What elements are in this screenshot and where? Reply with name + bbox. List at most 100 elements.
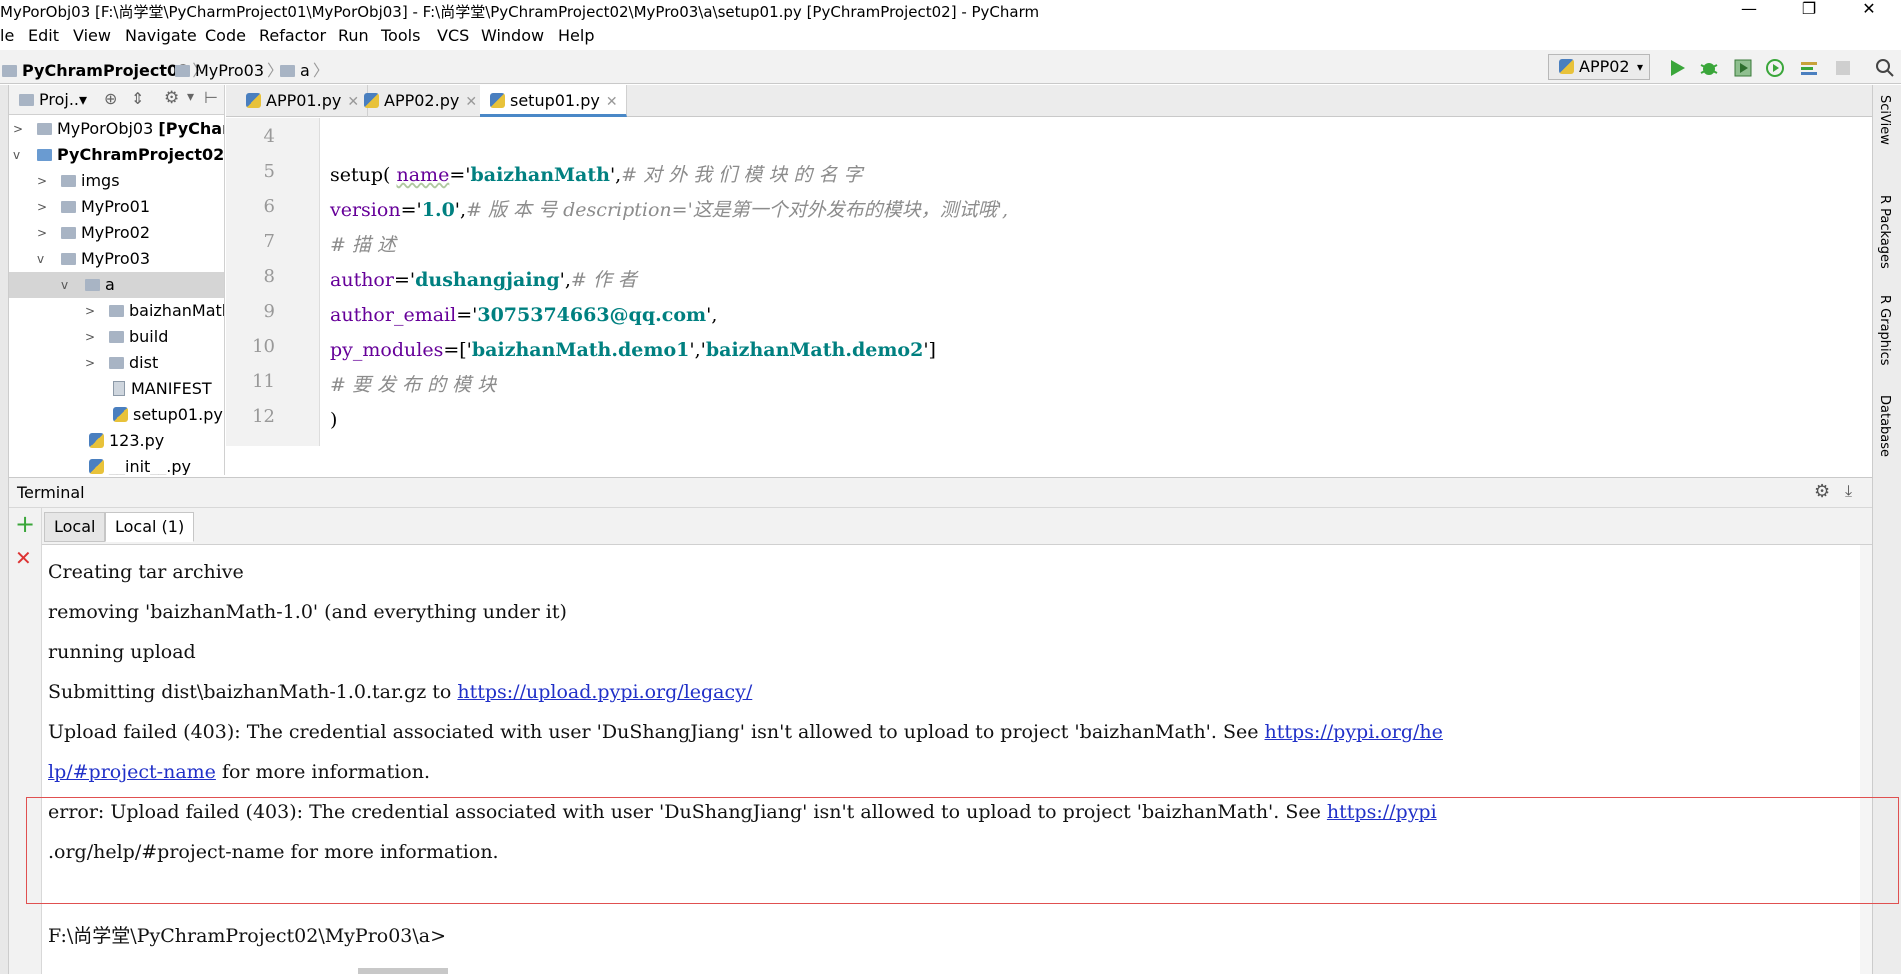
tab-app01[interactable]: APP01.py ✕ (236, 85, 369, 117)
collapse-icon[interactable]: ⇕ (131, 89, 144, 108)
menu-run[interactable]: Run (338, 26, 369, 45)
python-file-icon (364, 93, 379, 108)
folder-icon (175, 65, 190, 77)
tree-item-123[interactable]: 123.py (9, 428, 224, 454)
tree-item-manifest[interactable]: MANIFEST (9, 376, 224, 402)
terminal-line: Creating tar archive (48, 561, 244, 583)
database-tool[interactable]: Database (1877, 395, 1892, 457)
r-graphics-tool[interactable]: R Graphics (1877, 295, 1892, 366)
hide-panel-icon[interactable]: ⊢ (204, 88, 218, 107)
upload-url-link[interactable]: https://upload.pypi.org/legacy/ (457, 681, 752, 703)
code-line-12: ) (330, 409, 338, 431)
folder-icon (109, 357, 124, 369)
tree-item-setup01[interactable]: setup01.py (9, 402, 224, 428)
hide-panel-icon[interactable]: ⤓ (1845, 481, 1852, 501)
tab-app02[interactable]: APP02.py ✕ (354, 85, 487, 117)
tree-item-mypro03[interactable]: v MyPro03 (9, 246, 224, 272)
error-highlight-box (26, 797, 1899, 904)
menu-window[interactable]: Window (481, 26, 544, 45)
gear-icon[interactable]: ⚙ (1814, 481, 1830, 502)
menu-file[interactable]: le (0, 26, 14, 45)
python-file-icon (89, 459, 104, 474)
breadcrumb-a[interactable]: a 〉 (280, 57, 332, 81)
tab-setup01[interactable]: setup01.py ✕ (480, 85, 627, 117)
menu-edit[interactable]: Edit (28, 26, 59, 45)
line-number: 10 (252, 336, 275, 357)
terminal-line: running upload (48, 641, 196, 663)
terminal-scrollbar[interactable] (1860, 545, 1872, 974)
python-file-icon (490, 93, 505, 108)
line-number: 5 (263, 161, 275, 182)
code-line-7: # 描 述 (330, 234, 396, 256)
folder-icon (61, 253, 76, 265)
chevron-down-icon[interactable]: ▾ (187, 89, 194, 105)
concurrency-icon[interactable] (1798, 57, 1820, 79)
tree-item-imgs[interactable]: > imgs (9, 168, 224, 194)
menu-refactor[interactable]: Refactor (259, 26, 326, 45)
tree-item-pychramproject02[interactable]: v PyChramProject02 so (9, 142, 224, 168)
code-editor[interactable]: setup( name='baizhanMath',# 对 外 我 们 模 块 … (320, 118, 1860, 446)
search-icon[interactable] (1874, 57, 1896, 79)
code-line-5: setup( name='baizhanMath',# 对 外 我 们 模 块 … (330, 164, 863, 186)
terminal-sidebar: + ✕ (9, 508, 42, 974)
close-session-icon[interactable]: ✕ (15, 546, 32, 570)
r-packages-tool[interactable]: R Packages (1877, 195, 1892, 269)
coverage-icon[interactable] (1732, 57, 1754, 79)
terminal-tab-local-1[interactable]: Local (1) (105, 512, 195, 542)
tree-item-dist[interactable]: > dist (9, 350, 224, 376)
menu-navigate[interactable]: Navigate (125, 26, 197, 45)
tree-item-baizhanmath[interactable]: > baizhanMath (9, 298, 224, 324)
tree-item-init[interactable]: __init__.py (9, 454, 224, 475)
close-window-button[interactable]: ✕ (1846, 0, 1892, 22)
horizontal-scrollbar-thumb[interactable] (358, 968, 448, 974)
close-icon[interactable]: ✕ (465, 94, 477, 110)
python-file-icon (246, 93, 261, 108)
locate-icon[interactable]: ⊕ (104, 89, 117, 108)
menu-bar: le Edit View Navigate Code Refactor Run … (0, 22, 1901, 50)
tree-item-myporobj03[interactable]: > MyPorObj03 [PyCharm (9, 116, 224, 142)
run-icon[interactable] (1666, 57, 1688, 79)
tree-item-a[interactable]: v a (9, 272, 224, 298)
add-icon[interactable]: + (15, 512, 35, 536)
code-line-6: version='1.0',# 版 本 号 description='这是第一个… (330, 199, 1009, 221)
profile-icon[interactable] (1764, 57, 1786, 79)
menu-view[interactable]: View (73, 26, 111, 45)
restore-button[interactable]: ❐ (1786, 0, 1832, 22)
python-file-icon (89, 433, 104, 448)
line-number-gutter: 4 5 6 7 8 9 10 11 12 (226, 118, 320, 446)
tree-item-build[interactable]: > build (9, 324, 224, 350)
gear-icon[interactable]: ⚙ (164, 88, 179, 108)
minimize-button[interactable]: — (1726, 0, 1772, 22)
stop-icon[interactable] (1832, 57, 1854, 79)
close-icon[interactable]: ✕ (606, 94, 618, 110)
terminal-line: lp/#project-name for more information. (48, 761, 430, 783)
project-view-selector[interactable]: Proj..▾ (19, 90, 87, 109)
tree-item-mypro01[interactable]: > MyPro01 (9, 194, 224, 220)
tree-item-mypro02[interactable]: > MyPro02 (9, 220, 224, 246)
line-number: 4 (263, 126, 275, 147)
terminal-line: Upload failed (403): The credential asso… (48, 721, 1443, 743)
menu-vcs[interactable]: VCS (437, 26, 469, 45)
terminal-line: removing 'baizhanMath-1.0' (and everythi… (48, 601, 567, 623)
menu-help[interactable]: Help (558, 26, 594, 45)
folder-icon (19, 94, 34, 106)
help-url-link[interactable]: https://pypi.org/he (1265, 721, 1443, 743)
debug-icon[interactable] (1698, 57, 1720, 79)
line-number: 11 (252, 371, 275, 392)
project-panel: Proj..▾ ⊕ ⇕ ⚙ ▾ ⊢ > MyPorObj03 [PyCharm … (9, 85, 225, 475)
terminal-header: Terminal ⚙ ⤓ (9, 477, 1872, 508)
menu-code[interactable]: Code (205, 26, 246, 45)
python-icon (1559, 59, 1574, 74)
terminal-output[interactable]: Creating tar archive removing 'baizhanMa… (42, 544, 1872, 974)
help-url-link-continued[interactable]: lp/#project-name (48, 761, 216, 783)
line-number: 7 (263, 231, 275, 252)
folder-icon (109, 331, 124, 343)
line-number: 6 (263, 196, 275, 217)
terminal-tab-local[interactable]: Local (44, 512, 106, 542)
run-config-select[interactable]: APP02 ▾ (1548, 54, 1650, 80)
code-line-10: py_modules=['baizhanMath.demo1','baizhan… (330, 339, 936, 361)
breadcrumb-mypro03[interactable]: MyPro03 〉 (175, 57, 286, 81)
terminal-title: Terminal (17, 483, 85, 502)
menu-tools[interactable]: Tools (381, 26, 420, 45)
sciview-tool[interactable]: SciView (1877, 95, 1892, 145)
